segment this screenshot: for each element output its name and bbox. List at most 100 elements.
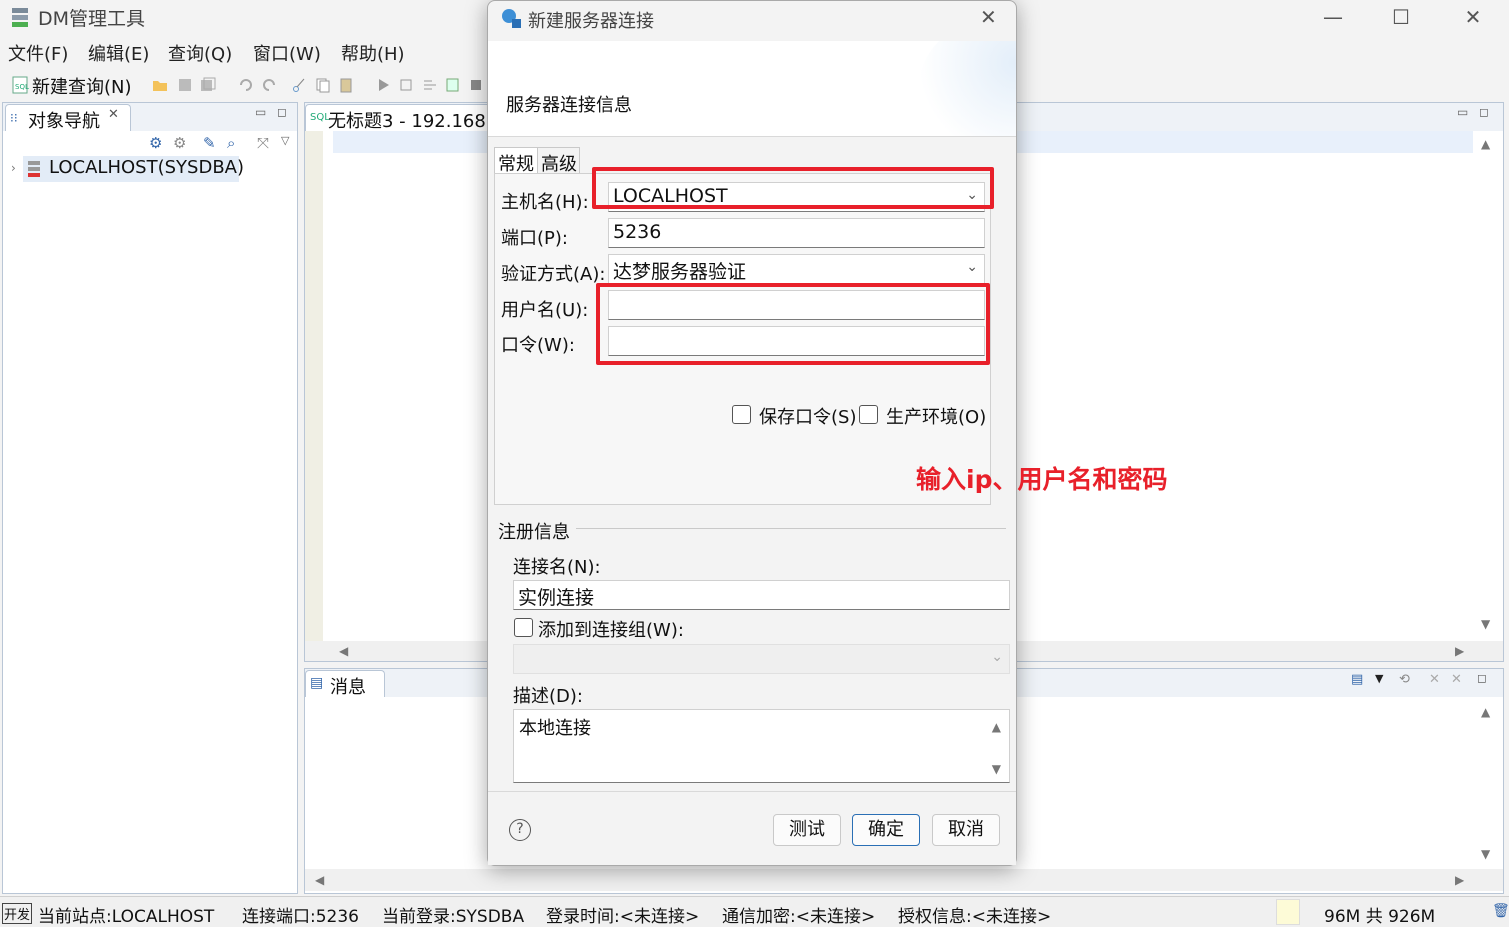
scroll-left-icon[interactable]: ◀: [339, 644, 348, 658]
status-port: 连接端口:5236: [242, 907, 359, 927]
tab-object-navigator[interactable]: ⁝⁝ 对象导航 ✕: [5, 104, 131, 132]
export-icon[interactable]: [445, 77, 461, 93]
section-divider: [576, 528, 1006, 529]
connect-icon[interactable]: ⚙: [149, 134, 162, 152]
object-navigator-panel: ⁝⁝ 对象导航 ✕ ▭ ◻ ⚙ ⚙ ✎ ⌕ ⤧ ▽ › LOCALHOST(SY…: [2, 102, 298, 894]
production-env-checkbox[interactable]: [859, 405, 878, 424]
message-view-icon[interactable]: ▤: [1351, 672, 1363, 687]
scroll-right-icon[interactable]: ▶: [1455, 644, 1464, 658]
dialog-close-icon[interactable]: ✕: [980, 5, 997, 29]
run-icon[interactable]: [376, 77, 392, 93]
disconnect-icon[interactable]: ⚙: [173, 134, 186, 152]
scroll-up-icon[interactable]: ▲: [1481, 137, 1490, 151]
new-query-icon[interactable]: SQL: [12, 76, 30, 94]
scroll-down-icon[interactable]: ▼: [1481, 617, 1490, 631]
desc-textarea[interactable]: 本地连接 ▲ ▼: [513, 709, 1010, 783]
redo-icon[interactable]: [261, 77, 277, 93]
menu-query[interactable]: 查询(Q): [168, 40, 232, 66]
search-icon[interactable]: ⌕: [227, 134, 235, 152]
remove-all-icon[interactable]: ✕: [1451, 672, 1462, 687]
help-icon[interactable]: ?: [509, 819, 531, 841]
messages-scroll-down-icon[interactable]: ▼: [1481, 847, 1490, 861]
undo-icon[interactable]: [238, 77, 254, 93]
run-script-icon[interactable]: [399, 77, 415, 93]
trash-icon[interactable]: 🗑: [1492, 903, 1509, 919]
desc-scroll-down-icon[interactable]: ▼: [992, 762, 1001, 776]
messages-tab-label: 消息: [330, 677, 366, 698]
auth-select[interactable]: 达梦服务器验证 ⌄: [608, 254, 985, 284]
messages-scroll-right-icon[interactable]: ▶: [1455, 873, 1464, 887]
server-icon: [27, 160, 41, 178]
port-field[interactable]: 5236: [608, 218, 985, 248]
username-label: 用户名(U):: [501, 300, 589, 321]
menu-file[interactable]: 文件(F): [8, 40, 68, 66]
menu-window[interactable]: 窗口(W): [253, 40, 321, 66]
maximize-panel-icon[interactable]: ◻: [277, 105, 287, 119]
desc-scroll-up-icon[interactable]: ▲: [992, 720, 1001, 734]
editor-gutter: [305, 131, 323, 641]
save-all-icon[interactable]: [200, 77, 216, 93]
annotation-text: 输入ip、用户名和密码: [916, 465, 1168, 494]
cancel-button[interactable]: 取消: [932, 814, 1000, 846]
new-query-button[interactable]: 新建查询(N): [32, 73, 132, 99]
host-highlight-box: [592, 167, 994, 209]
open-folder-icon[interactable]: [152, 77, 168, 93]
header-decoration: [918, 41, 1016, 136]
save-password-label[interactable]: 保存口令(S): [759, 403, 856, 429]
close-tab-icon[interactable]: ✕: [108, 107, 119, 122]
save-icon[interactable]: [177, 77, 193, 93]
tab-untitled-query[interactable]: SQL 无标题3 - 192.168.2: [305, 104, 503, 132]
stop-icon[interactable]: [468, 77, 484, 93]
messages-scroll-up-icon[interactable]: ▲: [1481, 705, 1490, 719]
test-button[interactable]: 测试: [773, 814, 841, 846]
new-connection-dialog: 新建服务器连接 ✕ 服务器连接信息 常规 高级 主机名(H): LOCALHOS…: [487, 0, 1017, 866]
dialog-header: 服务器连接信息: [488, 41, 1016, 137]
paste-icon[interactable]: [338, 77, 354, 93]
ok-button[interactable]: 确定: [852, 814, 920, 846]
tab-messages[interactable]: ▤ 消息: [305, 670, 385, 698]
edit-icon[interactable]: ✎: [203, 134, 216, 152]
add-group-label[interactable]: 添加到连接组(W):: [538, 616, 684, 642]
remove-icon[interactable]: ✕: [1429, 672, 1440, 687]
navigator-tabbar: ⁝⁝ 对象导航 ✕ ▭ ◻: [3, 103, 297, 132]
save-password-checkbox[interactable]: [732, 405, 751, 424]
conn-name-field[interactable]: 实例连接: [513, 580, 1010, 610]
chevron-down-icon: ⌄: [991, 649, 1003, 665]
navigator-tab-label: 对象导航: [28, 111, 100, 132]
explain-icon[interactable]: [422, 77, 438, 93]
maximize-icon[interactable]: ☐: [1378, 2, 1424, 32]
add-group-checkbox[interactable]: [514, 618, 533, 637]
maximize-editor-icon[interactable]: ◻: [1479, 105, 1489, 119]
minimize-icon[interactable]: —: [1310, 2, 1356, 32]
menu-edit[interactable]: 编辑(E): [88, 40, 149, 66]
navigator-icon: ⁝⁝: [10, 111, 18, 125]
menu-help[interactable]: 帮助(H): [341, 40, 405, 66]
copy-icon[interactable]: [315, 77, 331, 93]
desc-value: 本地连接: [519, 718, 591, 739]
close-window-icon[interactable]: ✕: [1450, 2, 1496, 32]
chevron-down-icon[interactable]: ⌄: [966, 259, 978, 275]
messages-scroll-left-icon[interactable]: ◀: [315, 873, 324, 887]
collapse-icon[interactable]: ⤧: [257, 134, 269, 152]
dialog-footer: ? 测试 确定 取消: [488, 791, 1016, 865]
messages-hscrollbar[interactable]: ◀ ▶: [305, 869, 1503, 891]
tab-general[interactable]: 常规: [494, 147, 538, 175]
production-env-label[interactable]: 生产环境(O): [886, 403, 986, 429]
editor-tab-label: 无标题3 - 192.168.2: [328, 111, 503, 132]
maximize-messages-icon[interactable]: ◻: [1477, 671, 1487, 685]
view-menu-icon[interactable]: ▽: [281, 134, 289, 147]
sql-file-icon: SQL: [310, 112, 330, 123]
dialog-header-title: 服务器连接信息: [506, 95, 632, 116]
cut-icon[interactable]: [292, 77, 308, 93]
status-encryption: 通信加密:<未连接>: [722, 907, 876, 927]
tree-item-label: LOCALHOST(SYSDBA): [49, 157, 245, 178]
tab-advanced[interactable]: 高级: [538, 147, 580, 175]
expand-arrow-icon[interactable]: ›: [11, 161, 16, 175]
clear-messages-icon[interactable]: ⟲: [1399, 672, 1410, 687]
minimize-editor-icon[interactable]: ▭: [1457, 105, 1468, 119]
messages-icon: ▤: [310, 675, 324, 691]
tree-item-localhost[interactable]: LOCALHOST(SYSDBA): [23, 156, 244, 182]
message-dropdown-icon[interactable]: ▼: [1375, 672, 1383, 685]
conn-name-label: 连接名(N):: [513, 557, 601, 578]
minimize-panel-icon[interactable]: ▭: [255, 105, 266, 119]
